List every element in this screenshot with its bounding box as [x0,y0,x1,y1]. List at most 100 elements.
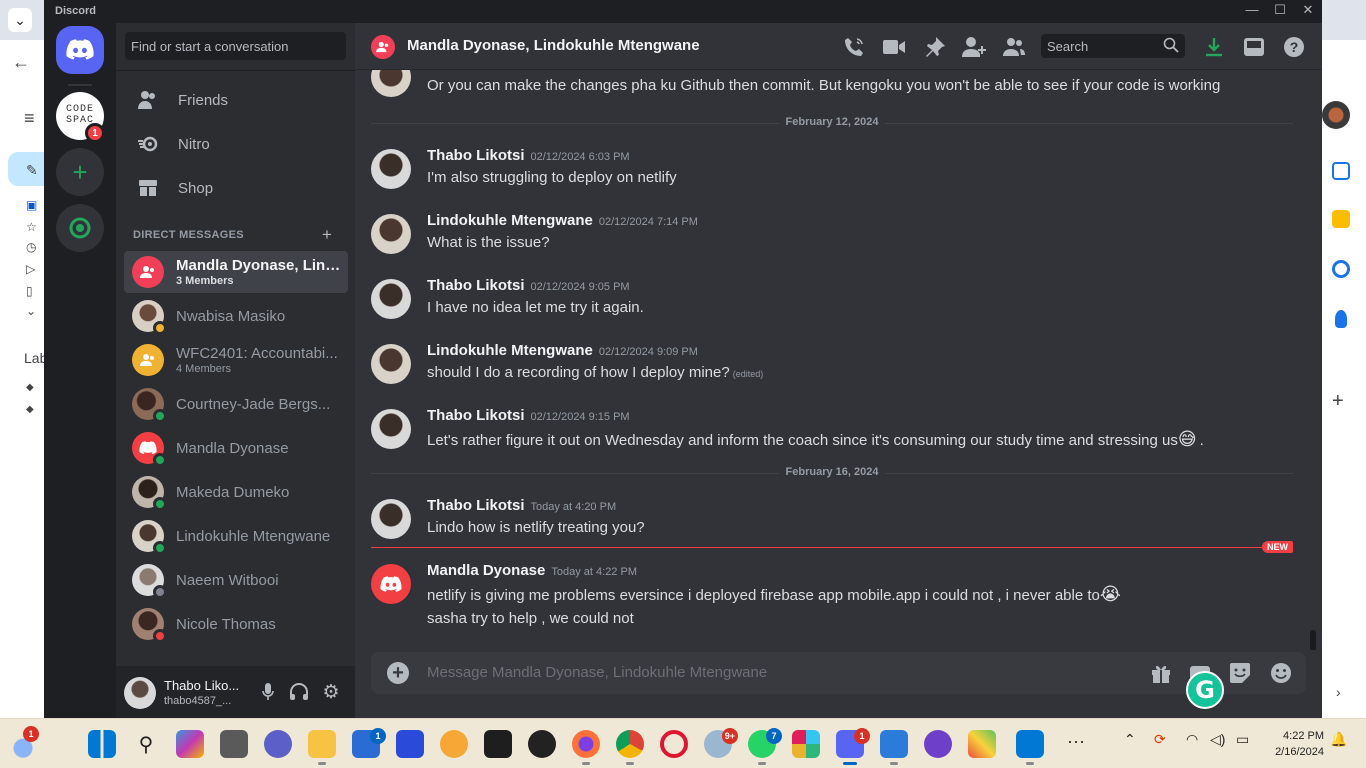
user-avatar[interactable] [371,344,411,384]
github-icon[interactable] [528,730,556,758]
draft-icon[interactable]: ▯ [26,284,33,298]
video-call-icon[interactable] [881,34,907,60]
figma-icon[interactable] [484,730,512,758]
find-conversation-input[interactable]: Find or start a conversation [125,32,346,60]
dm-item-nwabisa-masiko[interactable]: Nwabisa Masiko [124,295,348,337]
user-avatar[interactable] [371,409,411,449]
message-composer[interactable]: + Message Mandla Dyonase, Lindokuhle Mte… [371,652,1306,694]
dm-item-mandla-dyonase[interactable]: Mandla Dyonase [124,427,348,469]
chrome-icon[interactable] [616,730,644,765]
teams-chat-icon[interactable] [264,730,292,758]
vpn-app-icon[interactable] [396,730,424,758]
sticker-icon[interactable] [1228,661,1252,685]
opera-icon[interactable] [660,730,688,758]
explore-servers-button[interactable] [56,204,104,252]
message-author[interactable]: Lindokuhle Mtengwane [427,342,593,359]
battery-icon[interactable]: ▭ [1236,731,1249,748]
message-author[interactable]: Mandla Dyonase [427,562,545,579]
dm-item-wfc2401[interactable]: WFC2401: Accountabi... 4 Members [124,339,348,381]
user-avatar[interactable] [371,279,411,319]
current-user-avatar[interactable] [124,677,156,709]
microsoft-store-icon[interactable]: 1 [352,728,386,758]
headphones-icon[interactable] [287,680,311,704]
chat-title[interactable]: Mandla Dyonase, Lindokuhle Mtengwane [407,37,700,54]
nav-shop[interactable]: Shop [124,167,347,209]
member-list-icon[interactable] [1001,34,1027,60]
send-icon[interactable]: ▷ [26,262,35,276]
dm-item-naeem-witbooi[interactable]: Naeem Witbooi [124,559,348,601]
inbox-icon[interactable]: ▣ [26,198,37,212]
file-explorer-icon[interactable] [308,730,336,765]
message-author[interactable]: Lindokuhle Mtengwane [427,212,593,229]
add-server-button[interactable]: + [56,148,104,196]
discord-taskbar-icon[interactable]: 1 [836,728,870,765]
copilot-icon[interactable] [176,730,204,758]
network-tool-icon[interactable]: 9+ [704,728,738,758]
firefox-icon[interactable] [572,730,600,765]
grammarly-icon[interactable]: G [1186,671,1224,709]
direct-messages-home-button[interactable] [56,26,104,74]
dm-item-nicole-thomas[interactable]: Nicole Thomas [124,603,348,645]
more-icon[interactable]: ⌄ [26,304,36,318]
message-author[interactable]: Thabo Likotsi [427,277,525,294]
star-icon[interactable]: ☆ [26,220,37,234]
sweat-smile-emoji-icon[interactable]: 😅 [1178,429,1197,449]
message-author[interactable]: Thabo Likotsi [427,147,525,164]
vscode-icon[interactable] [1016,730,1044,765]
user-avatar[interactable] [371,214,411,254]
user-avatar[interactable] [371,149,411,189]
chat-search-input[interactable]: Search [1041,34,1185,58]
nav-nitro[interactable]: Nitro [124,123,347,165]
dm-item-lindokuhle-mtengwane[interactable]: Lindokuhle Mtengwane [124,515,348,557]
pinned-messages-icon[interactable] [922,34,948,60]
show-hidden-icons-icon[interactable]: ⌃ [1124,731,1136,748]
discord-avatar[interactable] [371,564,411,604]
user-avatar[interactable] [371,70,411,97]
emoji-picker-icon[interactable] [1269,661,1293,685]
current-user-name[interactable]: Thabo Liko... [164,678,244,693]
contacts-icon[interactable] [1335,310,1347,328]
close-button[interactable]: ✕ [1295,2,1321,18]
help-icon[interactable]: ? [1281,34,1307,60]
pencil-icon[interactable]: ✎ [26,162,38,179]
task-view-icon[interactable] [220,730,248,758]
search-icon[interactable]: ⚲ [132,730,160,758]
notification-bell-icon[interactable]: 🔔 [1330,731,1347,748]
start-windows-icon[interactable] [88,730,116,758]
bitcoin-app-icon[interactable] [440,730,468,758]
system-clock[interactable]: 4:22 PM 2/16/2024 [1266,728,1324,760]
color-app-icon[interactable] [968,730,996,758]
wifi-icon[interactable]: ◠ [1186,731,1198,748]
message-author[interactable]: Thabo Likotsi [427,497,525,514]
create-dm-icon[interactable]: + [322,225,332,245]
dm-item-courtney-jade[interactable]: Courtney-Jade Bergs... [124,383,348,425]
inbox-icon[interactable] [1241,34,1267,60]
minimize-button[interactable]: — [1239,2,1265,17]
tasks-icon[interactable] [1332,260,1350,278]
slack-icon[interactable] [792,730,820,758]
add-addon-icon[interactable]: + [1332,390,1344,413]
settings-gear-icon[interactable]: ⚙ [319,680,343,704]
github-desktop-icon[interactable] [924,730,952,758]
weather-widget-icon[interactable]: 1 [9,726,39,758]
keep-icon[interactable] [1332,210,1350,228]
clock-icon[interactable]: ◷ [26,240,36,254]
gift-icon[interactable] [1149,661,1173,685]
browser-back-icon[interactable]: ← [12,52,30,73]
add-friends-to-dm-icon[interactable] [961,34,987,60]
dm-item-makeda-dumeko[interactable]: Makeda Dumeko [124,471,348,513]
dm-item-group-mandla-lindokuhle[interactable]: Mandla Dyonase, Lind... 3 Members [124,251,348,293]
user-avatar[interactable] [371,499,411,539]
calendar-icon[interactable] [1332,162,1350,180]
tab-search-dropdown-icon[interactable]: ⌄ [8,8,32,32]
label-tag-icon[interactable]: ◆ [26,404,34,415]
label-tag-icon[interactable]: ◆ [26,382,34,393]
maximize-button[interactable]: ☐ [1267,2,1293,18]
voice-call-icon[interactable] [841,34,867,60]
sync-icon[interactable]: ⟳ [1154,731,1166,748]
upload-plus-icon[interactable]: + [387,662,409,684]
message-author[interactable]: Thabo Likotsi [427,407,525,424]
crying-emoji-icon[interactable]: 😭 [1100,584,1121,604]
profile-avatar[interactable] [1322,101,1350,129]
expand-panel-icon[interactable]: › [1336,684,1341,700]
